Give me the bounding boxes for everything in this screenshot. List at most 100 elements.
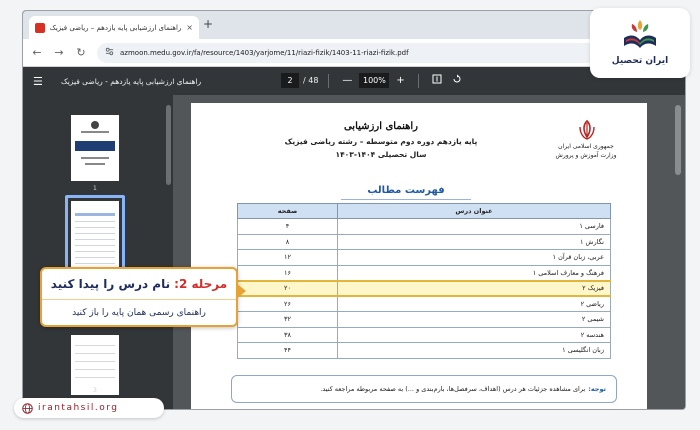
thumb-line <box>85 163 105 165</box>
document-subtitle: پایه یازدهم دوره دوم متوسطه – رشته ریاضی… <box>284 137 478 146</box>
reload-button[interactable]: ↻ <box>75 46 87 59</box>
note-label: توجه: <box>588 385 606 393</box>
thumb-row <box>75 361 115 362</box>
back-button[interactable]: ← <box>31 46 43 59</box>
table-row-highlighted[interactable]: فیزیک ۲ ۲۰ <box>237 279 611 297</box>
thumbnail-label-3: 3 <box>93 387 97 394</box>
page-controls: / 48 — + <box>281 73 465 88</box>
table-row[interactable]: شیمی ۲ ۳۲ <box>237 311 611 328</box>
lesson-page: ۳۸ <box>237 326 338 343</box>
lesson-page: ۱۶ <box>237 264 338 281</box>
toolbar-divider <box>417 73 419 88</box>
forward-button[interactable]: → <box>53 46 65 59</box>
callout-description: راهنمای رسمی همان پایه را باز کنید <box>42 299 236 325</box>
main-scrollbar[interactable] <box>675 105 681 175</box>
total-pages: / 48 <box>303 76 319 85</box>
table-row[interactable]: عربی، زبان قرآن ۱ ۱۲ <box>237 249 611 266</box>
callout-step: مرحله 2: <box>174 277 228 291</box>
toc-table: عنوان درس صفحه فارسی ۱۴ نگارش ۱۸ عربی، ز… <box>237 203 611 359</box>
thumbnail-sidebar: 1 3 <box>23 95 173 409</box>
thumb-row <box>75 245 115 246</box>
step-callout: مرحله 2: نام درس را پیدا کنید راهنمای رس… <box>40 267 238 327</box>
thumb-row <box>75 227 115 228</box>
lesson-page: ۳۲ <box>237 311 338 328</box>
thumb-row <box>75 369 115 370</box>
globe-icon <box>22 402 33 414</box>
lesson-page: ۱۲ <box>237 249 338 266</box>
toc-header-row: عنوان درس صفحه <box>237 203 611 219</box>
site-info-icon[interactable] <box>105 47 114 58</box>
thumb-row <box>75 221 115 222</box>
organization-name: جمهوری اسلامی ایران وزارت آموزش و پرورش <box>541 143 631 160</box>
lesson-title: شیمی ۲ <box>337 311 611 328</box>
toc-header-page: صفحه <box>237 203 338 219</box>
zoom-input[interactable] <box>359 73 390 88</box>
table-row[interactable]: زبان انگلیسی ۱ ۴۴ <box>237 342 611 359</box>
sidebar-scrollbar[interactable] <box>166 105 171 185</box>
callout-step-text: نام درس را پیدا کنید <box>50 277 171 291</box>
lesson-title: فرهنگ و معارف اسلامی ۱ <box>337 264 611 281</box>
lesson-page: ۴ <box>237 218 338 235</box>
url-text: azmoon.medu.gov.ir/fa/resource/1403/yarj… <box>120 48 409 57</box>
toolbar-divider <box>328 73 330 88</box>
address-bar: ← → ↻ azmoon.medu.gov.ir/fa/resource/140… <box>23 39 685 67</box>
lesson-page: ۲۰ <box>237 279 338 297</box>
site-url-text: irantahsil.org <box>38 403 119 413</box>
zoom-in-button[interactable]: + <box>393 75 407 86</box>
lesson-title: فارسی ۱ <box>337 218 611 235</box>
thumb-row <box>75 239 115 240</box>
pdf-viewer: 1 3 جمهوری اسلامی ایران وزارت آموزش و پر… <box>23 95 685 409</box>
thumb-row <box>75 263 115 264</box>
callout-arrow-icon <box>236 283 246 299</box>
thumb-row <box>75 345 115 346</box>
iran-emblem-icon <box>579 119 595 140</box>
thumb-header-band <box>75 213 115 216</box>
table-row[interactable]: فارسی ۱۴ <box>237 218 611 235</box>
document-title: راهنمای ارزشیابی <box>343 121 419 132</box>
zoom-out-button[interactable]: — <box>339 75 355 86</box>
fit-page-icon[interactable] <box>429 74 445 87</box>
page-thumbnail-3[interactable] <box>71 335 119 395</box>
lesson-title: زبان انگلیسی ۱ <box>337 342 611 359</box>
menu-icon[interactable]: ☰ <box>33 75 47 88</box>
academic-year: سال تحصیلی ۱۴۰۴-۱۴۰۳ <box>335 150 427 159</box>
thumb-row <box>75 377 115 378</box>
toc-title: فهرست مطالب <box>341 185 471 200</box>
pdf-document-title: راهنمای ارزشیابی پایه یازدهم - ریاضی فیز… <box>61 76 202 86</box>
lesson-page: ۸ <box>237 233 338 250</box>
note-text: برای مشاهده جزئیات هر درس (اهداف، سرفصل‌… <box>320 385 586 393</box>
table-row[interactable]: نگارش ۱۸ <box>237 233 611 250</box>
org-line-1: جمهوری اسلامی ایران <box>558 143 614 150</box>
thumb-line <box>81 157 109 159</box>
lesson-page: ۲۶ <box>237 295 338 312</box>
pdf-favicon-icon <box>35 22 45 33</box>
new-tab-button[interactable]: + <box>203 17 213 31</box>
close-tab-icon[interactable]: × <box>186 23 193 32</box>
note-box: توجه: برای مشاهده جزئیات هر درس (اهداف، … <box>231 375 617 403</box>
thumbnail-label-1: 1 <box>93 185 97 192</box>
table-row[interactable]: فرهنگ و معارف اسلامی ۱ ۱۶ <box>237 264 611 281</box>
org-line-2: وزارت آموزش و پرورش <box>555 151 617 159</box>
thumb-row <box>75 353 115 354</box>
lesson-page: ۴۴ <box>237 342 338 359</box>
thumb-row <box>75 251 115 252</box>
brand-name: ایران تحصیل <box>611 56 669 66</box>
lesson-title: فیزیک ۲ <box>337 279 611 297</box>
callout-heading: مرحله 2: نام درس را پیدا کنید <box>42 269 236 299</box>
thumb-row <box>75 257 115 258</box>
page-thumbnail-1[interactable] <box>71 115 119 181</box>
thumb-cover-band <box>75 141 115 151</box>
rotate-icon[interactable] <box>449 74 465 87</box>
document-heading: راهنمای ارزشیابی پایه یازدهم دوره دوم مت… <box>261 121 501 159</box>
site-url-badge: irantahsil.org <box>14 398 164 418</box>
thumb-row <box>75 233 115 234</box>
open-book-icon <box>624 20 656 48</box>
brand-logo: ایران تحصیل <box>590 8 690 78</box>
table-row[interactable]: ریاضی ۲ ۲۶ <box>237 295 611 312</box>
lesson-title: عربی، زبان قرآن ۱ <box>337 249 611 266</box>
page-number-input[interactable] <box>281 73 299 88</box>
browser-tab[interactable]: راهنمای ارزشیابی پایه یازدهم – ریاضی فیز… <box>29 16 199 39</box>
table-row[interactable]: هندسه ۲ ۳۸ <box>237 326 611 343</box>
page-thumbnail-2 <box>71 201 119 275</box>
toc-header-title: عنوان درس <box>337 203 611 219</box>
